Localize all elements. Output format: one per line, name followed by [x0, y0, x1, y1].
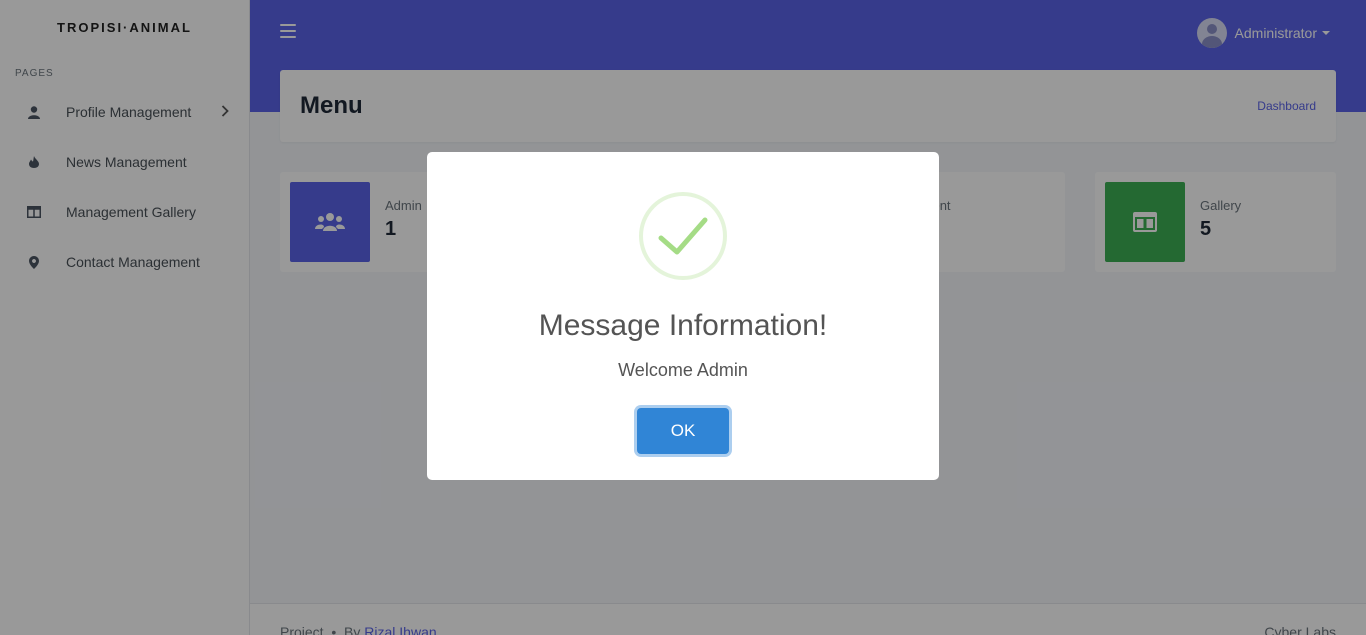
alert-dialog: Message Information! Welcome Admin OK	[427, 152, 939, 480]
dialog-title: Message Information!	[538, 309, 828, 342]
ok-button[interactable]: OK	[637, 408, 729, 454]
success-check-icon	[639, 192, 727, 280]
dialog-message: Welcome Admin	[618, 360, 748, 380]
